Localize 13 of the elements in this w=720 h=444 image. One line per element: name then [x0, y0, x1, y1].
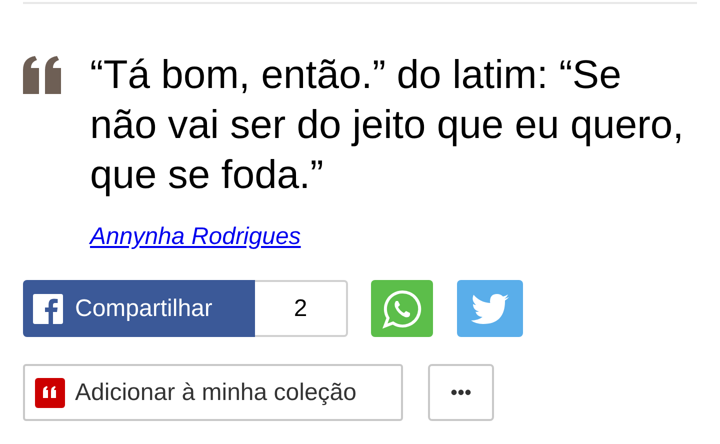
share-count: 2: [255, 280, 348, 337]
author-link[interactable]: Annynha Rodrigues: [90, 222, 301, 252]
bird-icon: [471, 292, 509, 324]
chat-phone-icon: [382, 288, 422, 328]
facebook-icon: [33, 294, 63, 324]
add-to-collection-button[interactable]: Adicionar à minha coleção: [23, 364, 403, 421]
twitter-button[interactable]: [457, 280, 523, 337]
facebook-share-button[interactable]: Compartilhar: [23, 280, 255, 337]
more-button[interactable]: •••: [428, 364, 494, 421]
quote-text: “Tá bom, então.” do latim: “Se não vai ser do jeito que eu quero, que se foda.”: [90, 52, 685, 199]
whatsapp-button[interactable]: [371, 280, 433, 337]
quote-mark-icon: [23, 56, 63, 94]
quote-mark-icon: [35, 378, 65, 408]
